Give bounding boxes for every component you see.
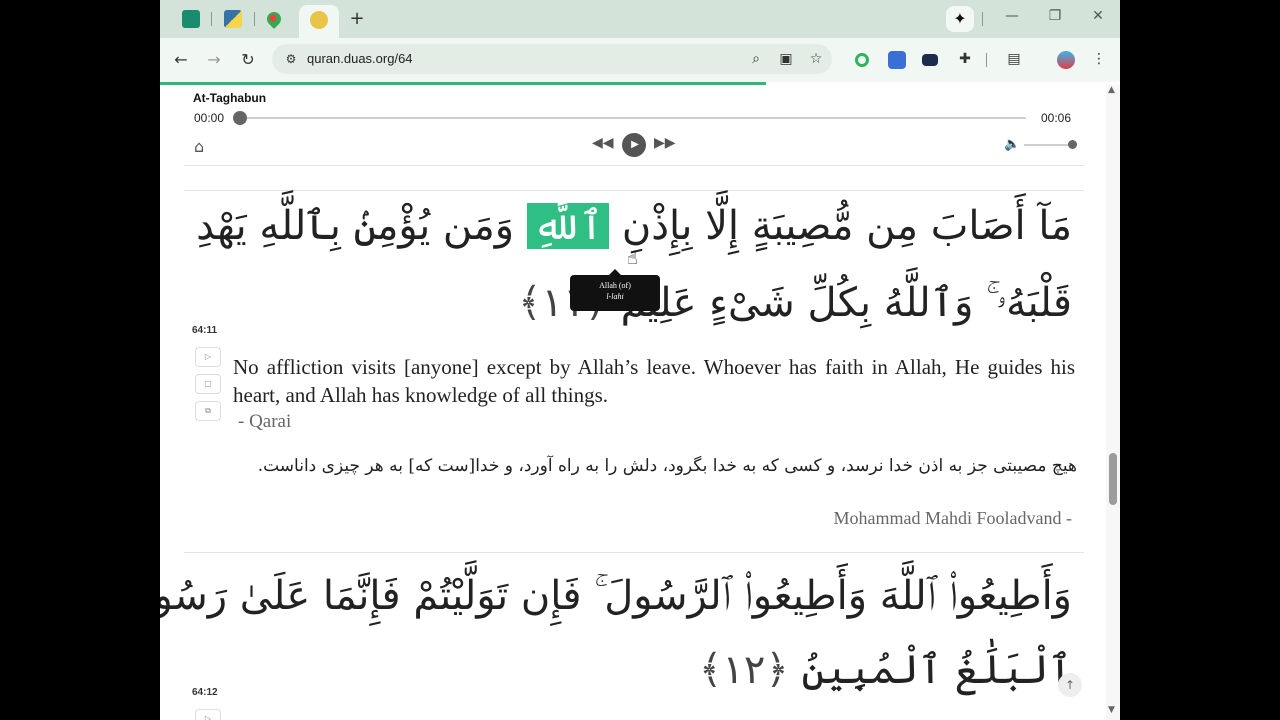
volume-slider[interactable] [1024, 144, 1072, 146]
fast-forward-icon[interactable]: ▶▶ [654, 135, 676, 151]
divider [184, 552, 1084, 553]
extension-green-icon[interactable] [855, 53, 869, 67]
word-tooltip: Allah (of) l-lahi [570, 269, 660, 311]
verse-arabic-line: مَآ أَصَابَ مِن مُّصِيبَةٍ إِلَّا بِإِذْ… [196, 203, 1072, 263]
duas-icon[interactable] [182, 10, 200, 28]
toolbar-separator [986, 53, 987, 67]
forward-arrow-icon[interactable]: → [203, 50, 225, 72]
address-bar[interactable]: ⚙ quran.duas.org/64 ⌕ ▣ ☆ [272, 44, 832, 74]
time-current: 00:00 [194, 111, 225, 125]
maps-icon[interactable] [264, 9, 284, 29]
copy-icon[interactable]: ⧉ [195, 401, 221, 421]
extension-doc-icon[interactable] [888, 51, 906, 69]
new-tab-button[interactable]: + [346, 8, 368, 30]
browser-toolbar: ← → ↻ ⚙ quran.duas.org/64 ⌕ ▣ ☆ ✚ ▤ ⋮ [160, 38, 1120, 82]
scroll-thumb[interactable] [1109, 453, 1117, 505]
extension-camera-icon[interactable] [922, 54, 938, 66]
avatar[interactable] [1057, 51, 1075, 69]
book-icon[interactable]: ▢ [195, 374, 221, 394]
arabic-text[interactable]: وَمَن يُؤْمِنۢ بِٱللَّهِ يَهْدِ [196, 203, 527, 249]
tab-active[interactable] [299, 5, 339, 38]
zoom-icon[interactable]: ⌕ [747, 50, 765, 68]
translation-attribution: - Qarai [238, 411, 292, 432]
mouse-cursor-icon: ☝ [627, 248, 638, 269]
python-icon[interactable] [224, 10, 242, 28]
tab-separator [254, 12, 255, 26]
close-button[interactable]: ✕ [1088, 8, 1108, 24]
english-translation: No affliction visits [anyone] except by … [233, 355, 1075, 407]
url-text[interactable]: quran.duas.org/64 [307, 51, 413, 66]
page-content: At-Taghabun 00:00 00:06 ⌂ ◀◀ ▶ ▶▶ 🔈 مَآ … [160, 85, 1120, 720]
scrollbar[interactable]: ▲ ▼ [1106, 85, 1120, 720]
reload-icon[interactable]: ↻ [237, 50, 259, 72]
audio-player: At-Taghabun 00:00 00:06 ⌂ ◀◀ ▶ ▶▶ 🔈 [184, 85, 1084, 165]
seek-handle[interactable] [233, 111, 247, 125]
play-verse-button[interactable]: ▷ [195, 709, 221, 720]
tab-separator [982, 12, 983, 26]
restore-button[interactable]: ❐ [1045, 8, 1065, 24]
verse-number: 64:11 [192, 325, 218, 336]
surah-title: At-Taghabun [193, 91, 267, 105]
gemini-icon[interactable]: ✦ [946, 6, 974, 32]
tooltip-arrow [609, 269, 621, 275]
ayah-end-marker: ﴿١٢﴾ [698, 647, 789, 693]
home-icon[interactable]: ⌂ [194, 137, 204, 156]
verse-arabic-line: ٱلْبَلَٰغُ ٱلْمُبِينُ ﴿١٢﴾ [272, 647, 1072, 707]
divider [184, 190, 1084, 191]
arabic-text[interactable]: ٱلْبَلَٰغُ ٱلْمُبِينُ [801, 647, 1072, 693]
time-total: 00:06 [1041, 111, 1072, 125]
back-arrow-icon[interactable]: ← [170, 50, 192, 72]
tooltip-meaning: Allah (of) [599, 281, 631, 290]
tooltip-transliteration: l-lahi [606, 292, 624, 301]
minimize-button[interactable]: — [1002, 8, 1022, 24]
menu-dots-icon[interactable]: ⋮ [1090, 50, 1108, 68]
extensions-puzzle-icon[interactable]: ✚ [956, 50, 974, 68]
scroll-up-icon[interactable]: ▲ [1108, 85, 1115, 95]
arabic-text[interactable]: وَأَطِيعُوا۟ ٱللَّهَ وَأَطِيعُوا۟ ٱلرَّس… [160, 573, 1072, 619]
play-verse-button[interactable]: ▷ [195, 347, 221, 367]
scroll-down-icon[interactable]: ▼ [1108, 705, 1115, 715]
site-info-icon[interactable]: ⚙ [282, 50, 300, 68]
divider [184, 165, 1084, 166]
play-icon[interactable]: ▶ [622, 133, 646, 157]
verse-number: 64:12 [192, 687, 218, 698]
bookmark-star-icon[interactable]: ☆ [807, 50, 825, 68]
volume-icon[interactable]: 🔈 [1004, 137, 1020, 152]
arabic-text[interactable]: مَآ أَصَابَ مِن مُّصِيبَةٍ إِلَّا بِإِذْ… [609, 203, 1072, 249]
quran-icon [310, 11, 328, 29]
seek-bar[interactable] [236, 117, 1026, 119]
farsi-translation: هيچ مصيبتى جز به اذن خدا نرسد، و كسى كه … [257, 456, 1077, 476]
verse-arabic-line: قَلْبَهُۥ ۚ وَٱللَّهُ بِكُلِّ شَىْءٍ عَل… [272, 280, 1072, 340]
verse-arabic-line: وَأَطِيعُوا۟ ٱللَّهَ وَأَطِيعُوا۟ ٱلرَّس… [160, 573, 1072, 633]
arabic-text[interactable]: قَلْبَهُۥ ۚ وَٱللَّهُ بِكُلِّ شَىْءٍ عَل… [621, 280, 1072, 326]
browser-window: + ✦ — ❐ ✕ ← → ↻ ⚙ quran.duas.org/64 ⌕ ▣ … [160, 0, 1120, 720]
volume-handle[interactable] [1068, 140, 1077, 149]
tab-separator [211, 12, 212, 26]
farsi-attribution: Mohammad Mahdi Fooladvand - [833, 508, 1072, 528]
side-panel-icon[interactable]: ▤ [1005, 50, 1023, 68]
highlighted-word[interactable]: ٱللَّهِ [526, 203, 610, 249]
install-app-icon[interactable]: ▣ [777, 50, 795, 68]
scroll-to-top-button[interactable]: ↑ [1058, 673, 1082, 697]
tab-strip: + ✦ — ❐ ✕ [160, 0, 1120, 38]
rewind-icon[interactable]: ◀◀ [592, 135, 614, 151]
